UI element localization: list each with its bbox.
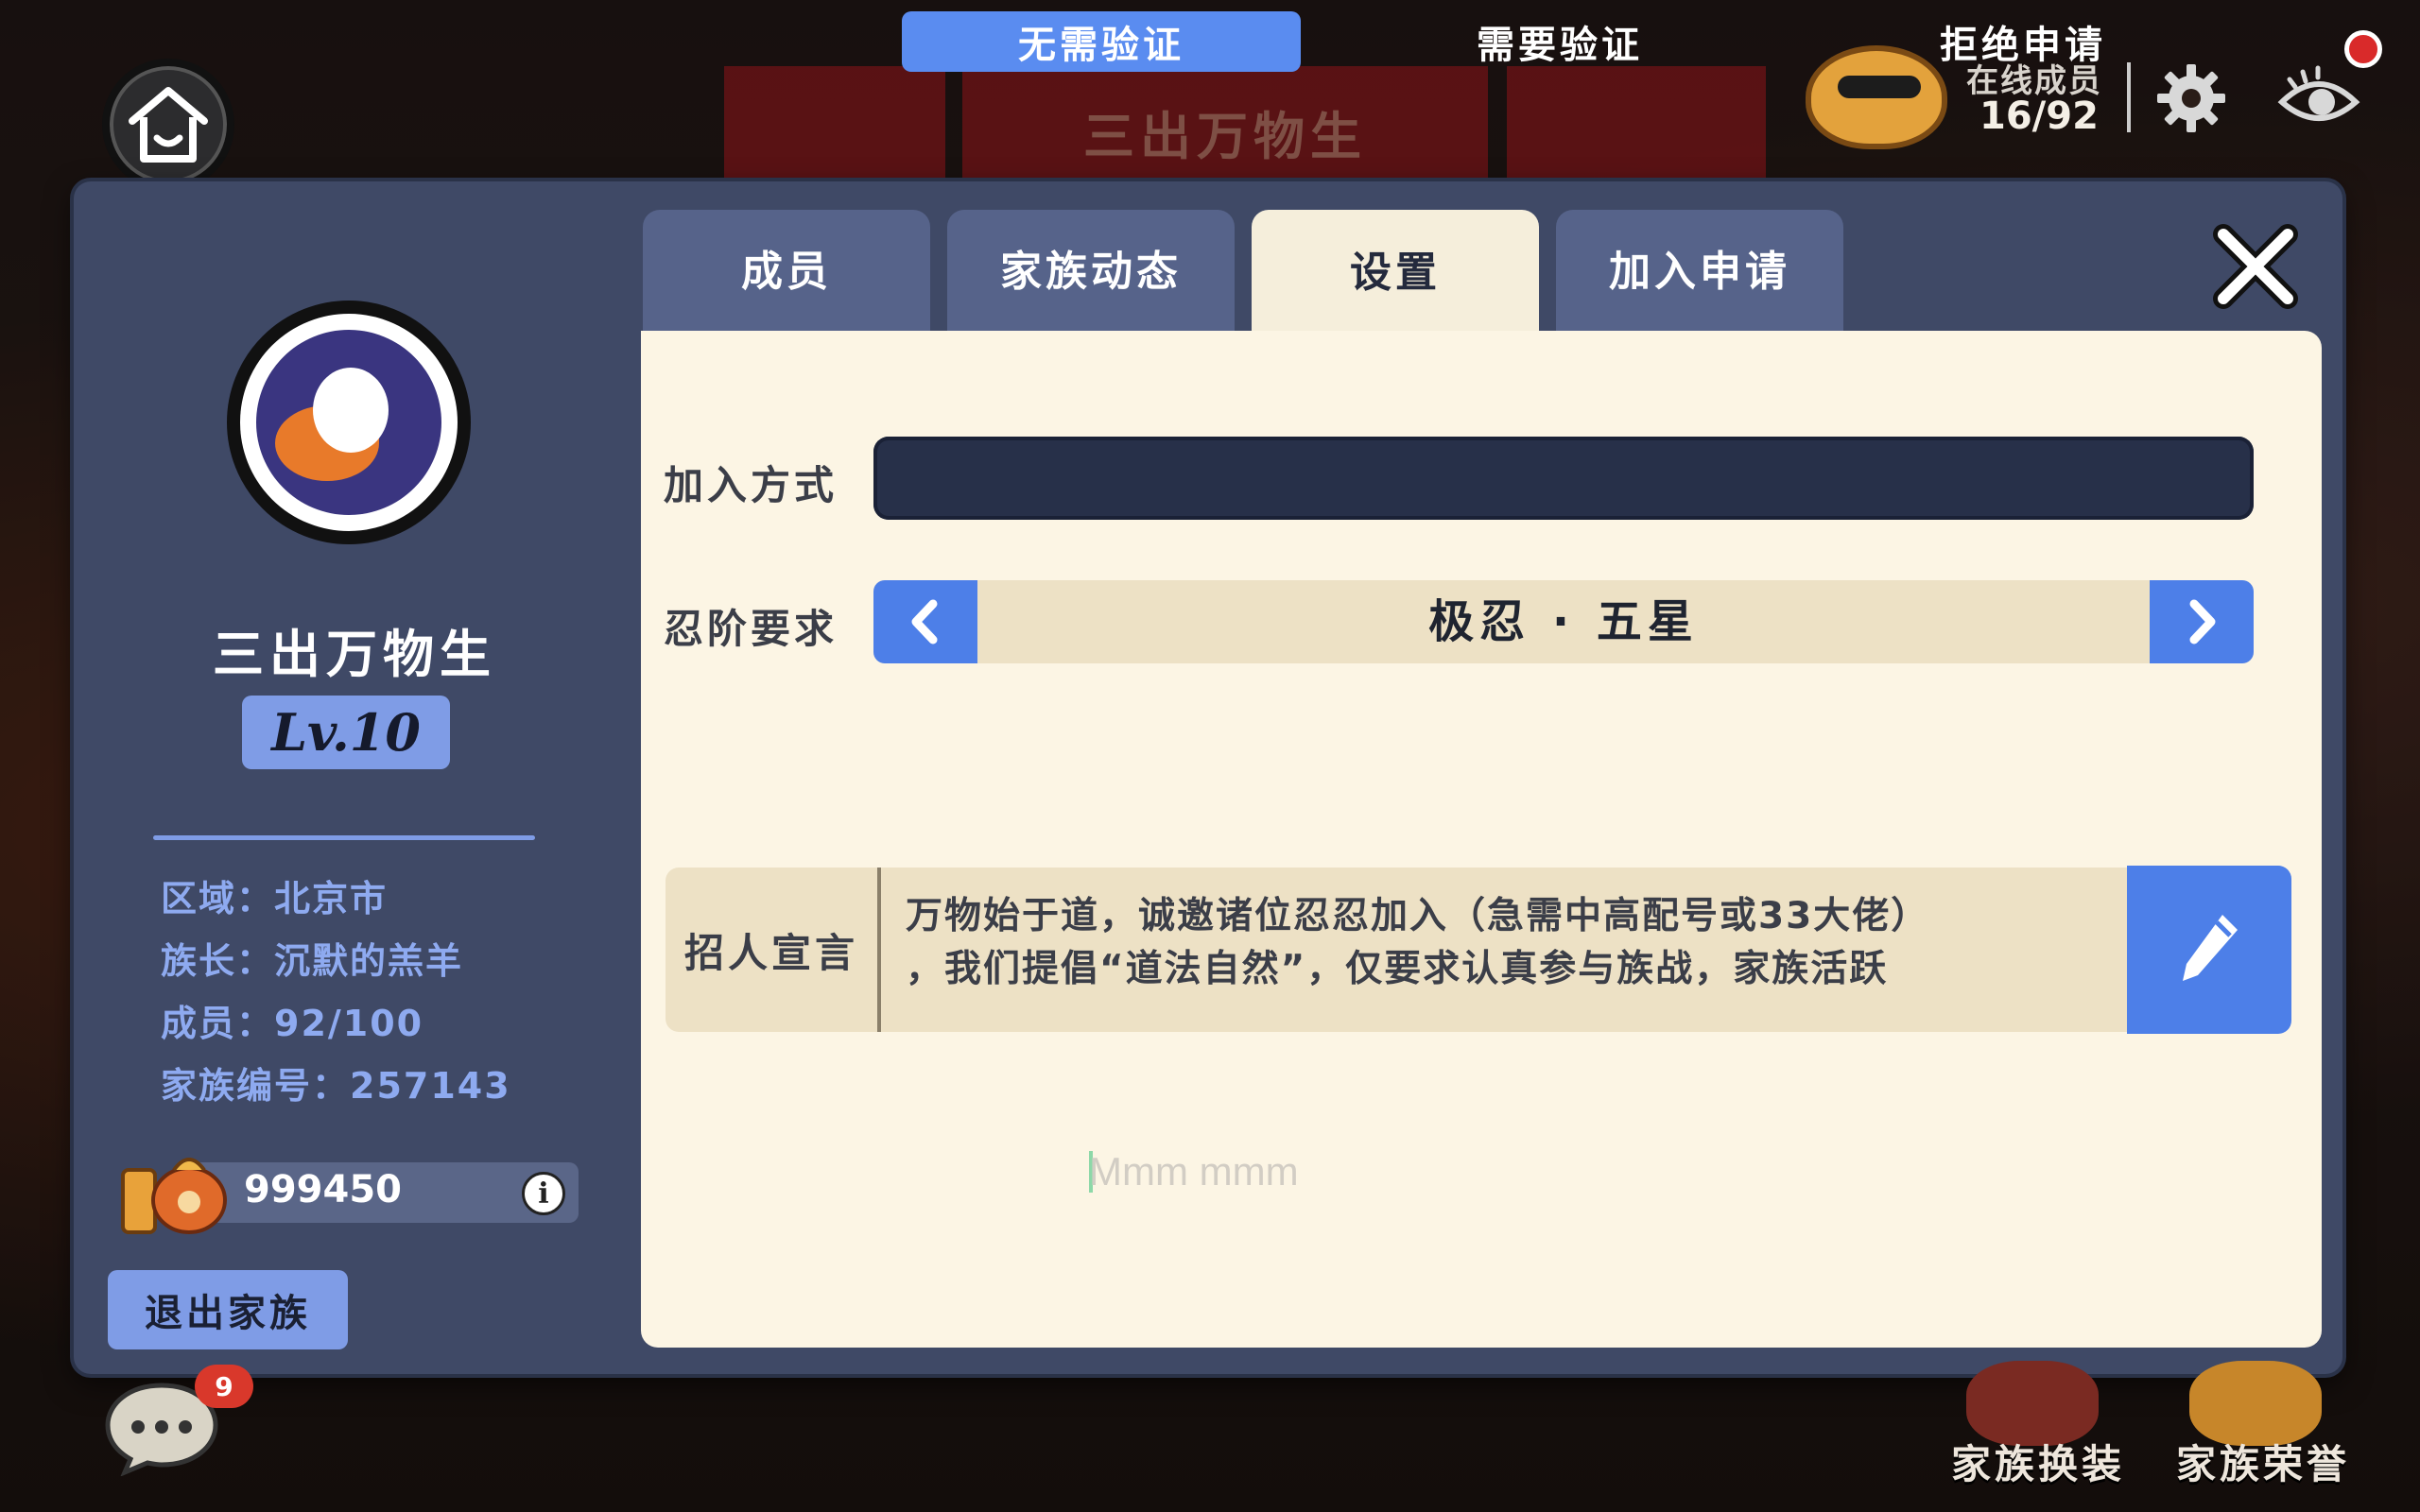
rank-value: 极忍 · 五星: [1428, 595, 1699, 648]
sidebar-divider: [153, 835, 535, 840]
clan-name: 三出万物生: [213, 625, 496, 684]
emblem-octopus: [313, 368, 389, 453]
recruit-slogan-line-2: ，我们提倡“道法自然”，仅要求认真参与族战，家族活跃: [906, 948, 1889, 990]
clan-honor-label[interactable]: 家族荣誉: [2176, 1433, 2350, 1490]
clan-member-count: 成员：92/100: [161, 1003, 424, 1044]
recruit-slogan-label: 招人宣言: [666, 868, 881, 1032]
clan-level-badge: Lv.10: [242, 696, 450, 769]
join-method-selector: [873, 437, 2254, 520]
notification-dot: [2344, 30, 2382, 68]
game-scene: 三出万物生 在线成员 16/92 三出万物生 Lv.10 区域：北京市 族长：沉…: [0, 0, 2420, 1512]
pencil-icon: [2183, 915, 2238, 981]
online-members-count: 16/92: [1979, 94, 2099, 138]
tab-clan-news[interactable]: 家族动态: [947, 210, 1235, 333]
clan-emblem: [227, 301, 471, 544]
join-option-no-verify[interactable]: 无需验证: [902, 11, 1301, 72]
rank-next-button[interactable]: [2150, 580, 2254, 663]
rank-requirement-label: 忍阶要求: [664, 606, 838, 652]
join-option-verify[interactable]: 需要验证: [1361, 11, 1758, 72]
info-icon[interactable]: i: [522, 1172, 565, 1215]
clan-outfit-label[interactable]: 家族换装: [1951, 1433, 2125, 1490]
join-method-label: 加入方式: [664, 462, 838, 508]
chat-badge: 9: [195, 1365, 253, 1408]
home-icon: [129, 87, 208, 163]
home-button[interactable]: [102, 59, 234, 191]
tab-members[interactable]: 成员: [643, 210, 930, 333]
hud-divider: [2127, 62, 2131, 132]
clan-region: 区域：北京市: [161, 878, 389, 919]
chevron-left-icon: [911, 599, 938, 644]
edit-slogan-button[interactable]: [2127, 866, 2291, 1034]
tab-settings[interactable]: 设置: [1252, 210, 1539, 335]
coin-value: 999450: [244, 1168, 402, 1211]
tab-join-requests[interactable]: 加入申请: [1556, 210, 1843, 333]
eye-icon[interactable]: [2276, 60, 2361, 136]
rank-prev-button[interactable]: [873, 580, 977, 663]
recruit-slogan-text: 万物始于道，诚邀诸位忍忍加入（急需中高配号或33大佬） ，我们提倡“道法自然”，…: [906, 890, 2106, 996]
clan-leader: 族长：沉默的羔羊: [161, 940, 464, 982]
coin-bag-icon: [121, 1158, 227, 1234]
close-icon[interactable]: [2208, 219, 2303, 314]
clan-id: 家族编号：257143: [161, 1065, 511, 1107]
gear-icon[interactable]: [2153, 60, 2229, 136]
input-overlay-text: Mmm mmm: [1089, 1149, 1299, 1194]
chevron-right-icon: [2189, 599, 2216, 644]
quit-clan-button[interactable]: 退出家族: [108, 1270, 348, 1349]
join-option-reject[interactable]: 拒绝申请: [1824, 11, 2221, 72]
recruit-slogan-line-1: 万物始于道，诚邀诸位忍忍加入（急需中高配号或33大佬）: [906, 895, 1930, 937]
